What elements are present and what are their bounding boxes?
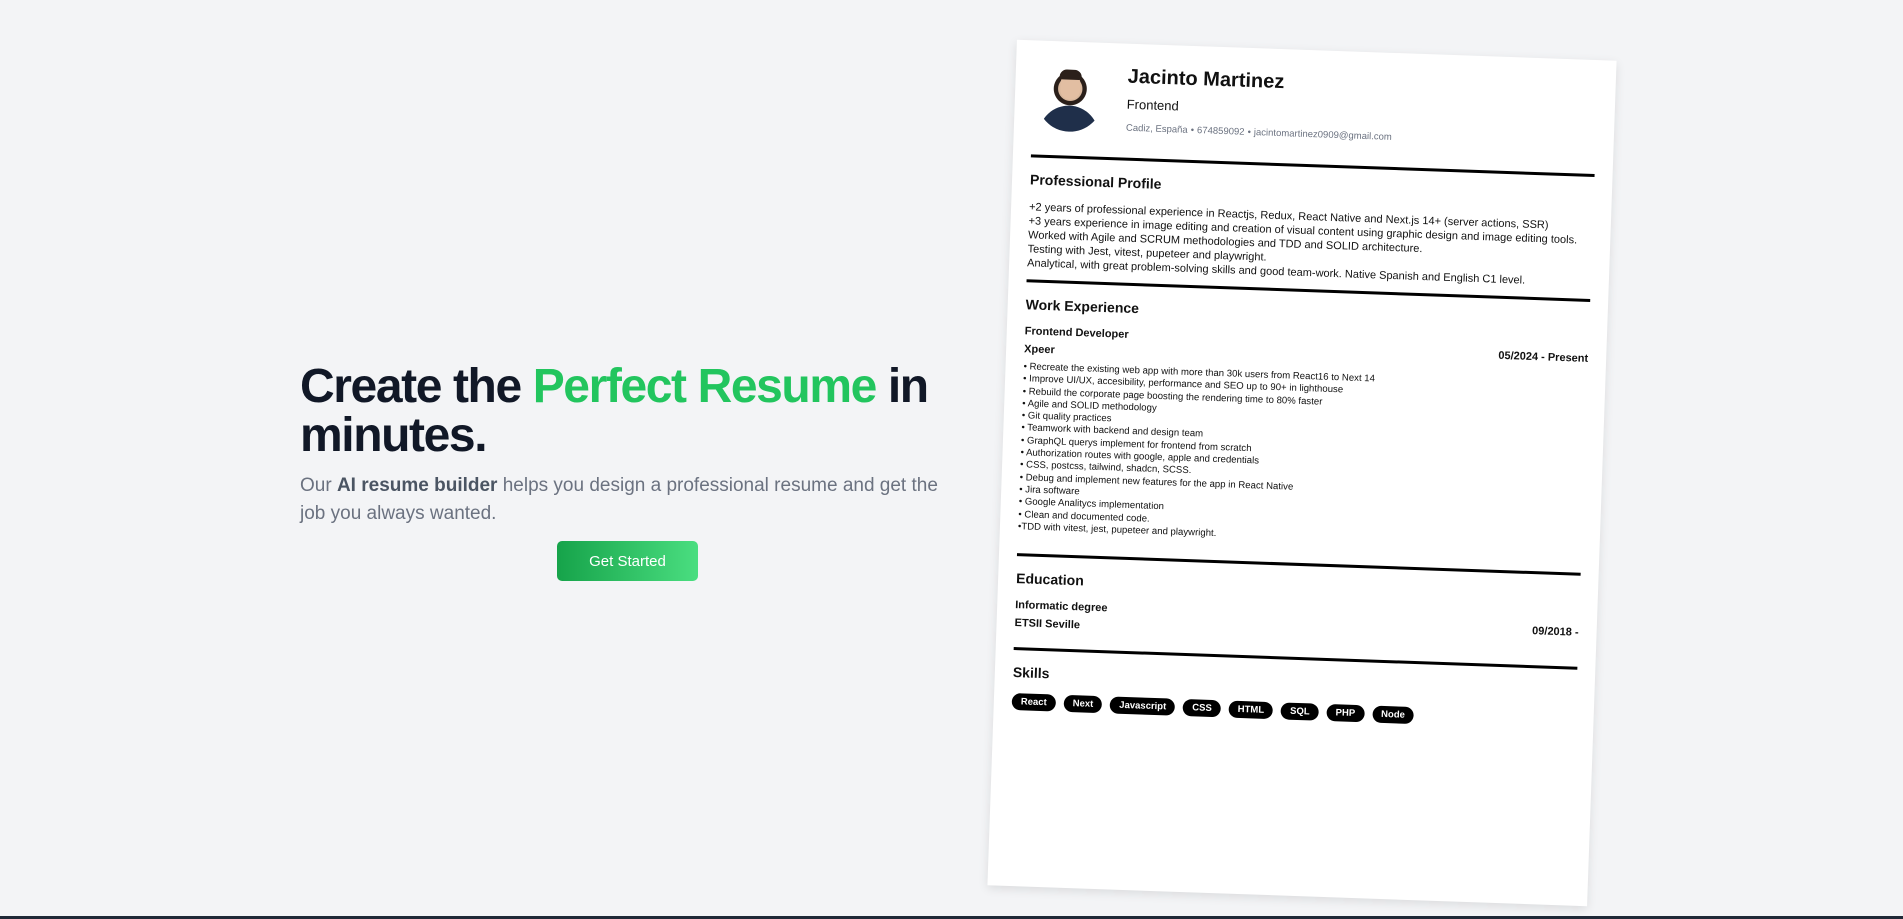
skill-chip: Javascript [1109,696,1176,716]
education-date: 09/2018 - [1531,625,1579,639]
education-entry: Informatic degree ETSII Seville 09/2018 … [1014,599,1579,649]
job-date: 05/2024 - Present [1498,349,1589,365]
skill-chip: CSS [1182,699,1222,718]
resume-email: jacintomartinez0909@gmail.com [1253,127,1392,143]
skill-chip: SQL [1280,702,1319,721]
hero-section: Create the Perfect Resume in minutes. Ou… [300,362,980,581]
hero-title-part1: Create the [300,360,533,413]
skill-chip: React [1011,693,1056,712]
resume-identity: Jacinto Martinez Frontend Cadiz, España •… [1126,66,1394,143]
work-title: Work Experience [1025,296,1140,317]
resume-location: Cadiz, España [1125,122,1188,136]
skill-chip: PHP [1326,704,1365,723]
landing-page: Create the Perfect Resume in minutes. Ou… [0,0,1903,919]
education-school: ETSII Seville [1014,617,1081,632]
education-title: Education [1015,570,1085,589]
hero-title: Create the Perfect Resume in minutes. [300,362,980,460]
education-section: Education Informatic degree ETSII Sevill… [1014,570,1580,649]
skills-list: React Next Javascript CSS HTML SQL PHP N… [1011,693,1576,730]
job-bullets: • Recreate the existing web app with mor… [1018,361,1588,553]
education-degree: Informatic degree [1015,599,1108,615]
contact-separator: • [1247,126,1252,139]
skills-title: Skills [1012,664,1050,682]
resume-contact: Cadiz, España • 674859092 • jacintomartinez0… [1126,123,1392,143]
resume-preview: Jacinto Martinez Frontend Cadiz, España •… [987,39,1617,907]
skill-chip: HTML [1228,700,1274,720]
job-company: Xpeer [1023,343,1055,357]
avatar [1035,64,1105,133]
skills-section: Skills React Next Javascript CSS HTML SQ… [1011,664,1577,730]
skill-chip: Node [1371,705,1415,725]
resume-phone: 674859092 [1196,125,1245,138]
resume-header: Jacinto Martinez Frontend Cadiz, España •… [1031,58,1598,170]
skill-chip: Next [1063,694,1103,714]
hero-sub-bold: AI resume builder [336,475,498,496]
profile-section: Professional Profile +2 years of profess… [1027,171,1594,290]
hero-sub-prefix: Our [300,475,337,496]
job-title: Frontend Developer [1024,325,1129,341]
profile-title: Professional Profile [1029,171,1162,192]
resume-role: Frontend [1126,96,1180,114]
hero-subtitle: Our AI resume builder helps you design a… [300,472,960,528]
contact-separator: • [1190,124,1195,137]
profile-text: +2 years of professional experience in R… [1027,200,1593,290]
get-started-button[interactable]: Get Started [557,541,698,581]
work-section: Work Experience Frontend Developer Xpeer… [1018,296,1590,553]
resume-name: Jacinto Martinez [1127,65,1285,94]
hero-title-accent: Perfect Resume [532,360,878,413]
